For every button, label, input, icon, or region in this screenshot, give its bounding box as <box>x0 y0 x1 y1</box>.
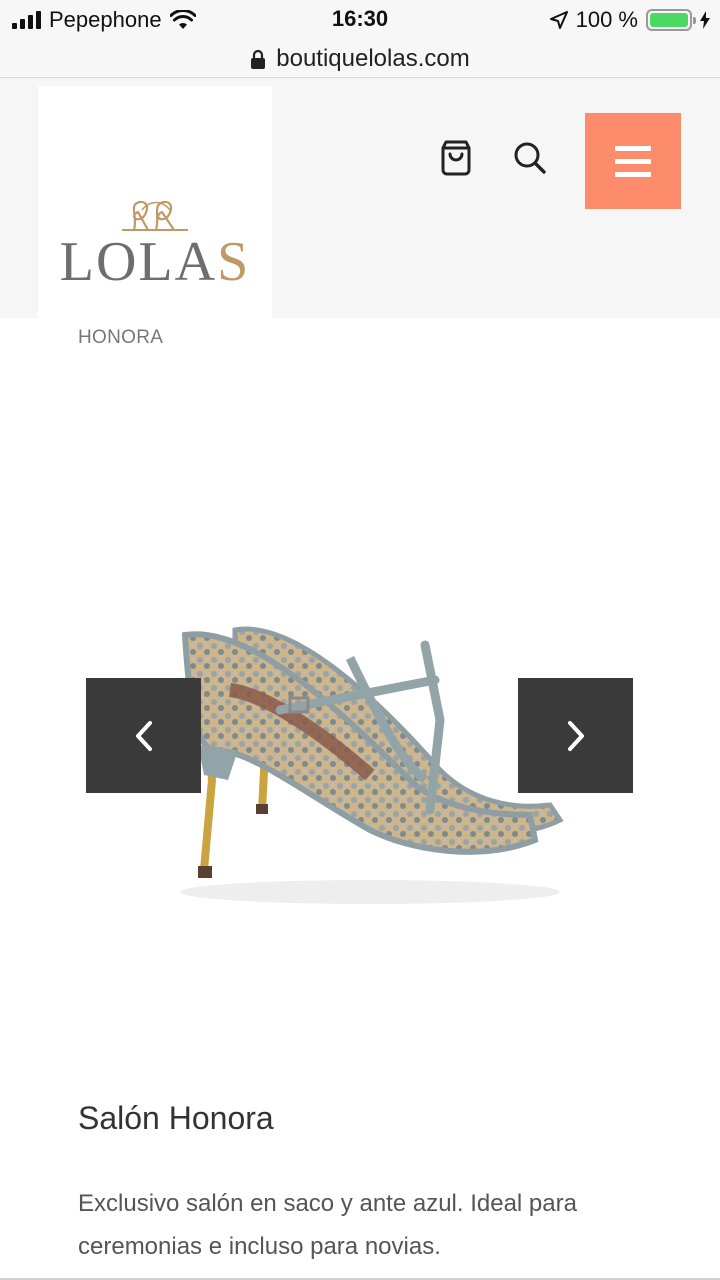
battery-percent: 100 % <box>575 7 638 32</box>
search-button[interactable] <box>510 138 550 178</box>
address-bar[interactable]: boutiquelolas.com <box>0 40 720 78</box>
product-title: Salón Honora <box>78 1100 274 1136</box>
gallery-next-button[interactable] <box>518 678 633 793</box>
breadcrumb-current: HONORA <box>78 327 164 348</box>
charging-bolt-icon <box>700 11 710 29</box>
gallery-prev-button[interactable] <box>86 678 201 793</box>
cart-icon <box>441 140 471 176</box>
site-logo[interactable]: LOLAS <box>38 86 272 318</box>
logo-emblem-icon <box>122 200 188 231</box>
location-arrow-icon <box>549 11 568 29</box>
site-header: LOLAS <box>0 78 720 318</box>
lock-icon <box>251 49 266 69</box>
hamburger-menu-icon <box>615 145 651 151</box>
hamburger-menu-button[interactable] <box>585 113 681 209</box>
product-gallery <box>0 360 720 1060</box>
chevron-right-icon <box>567 720 584 751</box>
search-icon <box>514 142 546 174</box>
product-shoe-image <box>180 626 564 904</box>
breadcrumb: HONORA <box>78 327 163 349</box>
logo-wordmark: LOLAS <box>59 231 251 293</box>
status-right: 100 % <box>549 6 710 34</box>
battery-icon <box>646 9 696 31</box>
product-description: Exclusivo salón en saco y ante azul. Ide… <box>78 1190 577 1260</box>
status-bar: Pepephone 16:30 100 % <box>0 0 720 40</box>
chevron-left-icon <box>135 720 152 751</box>
cart-button[interactable] <box>436 138 476 178</box>
url-text[interactable]: boutiquelolas.com <box>276 45 469 73</box>
